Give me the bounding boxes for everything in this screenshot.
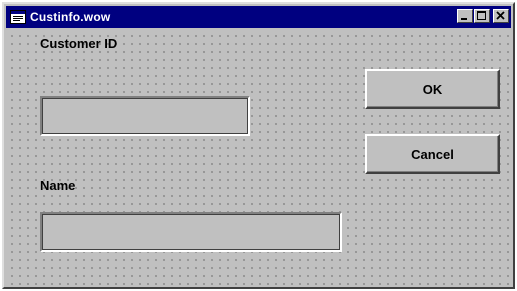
window-title: Custinfo.wow bbox=[30, 10, 111, 24]
window-app-icon bbox=[10, 10, 26, 24]
ok-button[interactable]: OK bbox=[365, 69, 500, 109]
minimize-icon bbox=[461, 18, 467, 20]
minimize-button[interactable] bbox=[457, 9, 473, 23]
customer-id-label: Customer ID bbox=[40, 36, 118, 51]
maximize-icon bbox=[477, 11, 486, 20]
close-button[interactable] bbox=[493, 9, 509, 23]
name-field[interactable] bbox=[40, 212, 342, 252]
name-label: Name bbox=[40, 178, 76, 193]
dialog-client-area: Customer ID Name OK Cancel bbox=[6, 30, 511, 285]
maximize-button[interactable] bbox=[474, 9, 490, 23]
title-bar[interactable]: Custinfo.wow bbox=[6, 6, 511, 28]
close-icon bbox=[496, 11, 505, 20]
dialog-window: Custinfo.wow Customer ID Name OK Cancel bbox=[2, 2, 515, 289]
title-buttons bbox=[457, 9, 509, 23]
cancel-button[interactable]: Cancel bbox=[365, 134, 500, 174]
customer-id-field[interactable] bbox=[40, 96, 250, 136]
